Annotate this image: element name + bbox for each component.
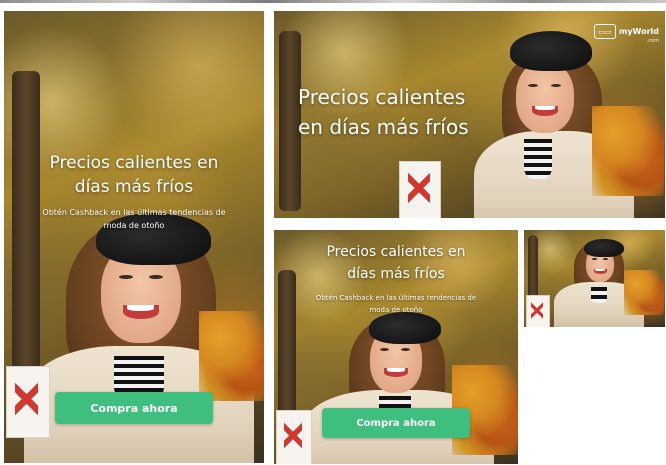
headline-line-2: días más fríos [347, 266, 445, 282]
shopping-bag [399, 161, 441, 218]
subline-line-1: Obtén Cashback en las últimas tendencias… [315, 294, 477, 302]
left-eye [118, 275, 133, 279]
shopping-bag [6, 366, 50, 438]
autumn-leaves-bouquet [592, 106, 664, 196]
banner-portrait[interactable]: Precios calientes en días más fríos Obté… [4, 11, 264, 463]
black-beret [369, 312, 441, 344]
shop-now-button[interactable]: Compra ahora [322, 408, 470, 438]
shopping-bag [526, 295, 550, 327]
woman-striped-top [591, 287, 607, 303]
subline-line-1: Obtén Cashback en las últimas tendencias… [42, 208, 226, 217]
subline-line-2: moda de otoño [103, 221, 165, 230]
headline-line-2: en días más fríos [298, 115, 469, 139]
headline-line-2: días más fríos [74, 177, 194, 197]
right-eye [401, 348, 411, 352]
logo-text: myWorld [619, 27, 659, 36]
top-image-strip [0, 0, 666, 3]
black-beret [584, 239, 624, 257]
ad-variants-canvas: Precios calientes en días más fríos Obté… [0, 0, 666, 465]
left-eye [591, 258, 597, 261]
right-eye [149, 275, 163, 279]
subline-line-2: moda de otoño [369, 306, 423, 314]
woman-striped-top [524, 139, 552, 179]
woman-face [516, 61, 574, 133]
woman-photo [524, 230, 665, 327]
black-beret [510, 31, 592, 71]
autumn-leaves-bouquet [624, 270, 664, 315]
woman-smile [531, 105, 558, 116]
left-eye [380, 348, 390, 352]
shop-now-button[interactable]: Compra ahora [55, 392, 213, 424]
myworld-logo: ▭▭ myWorld .com [594, 19, 659, 44]
autumn-leaves-bouquet [199, 311, 264, 401]
headline-line-1: Precios calientes en [326, 244, 466, 260]
right-eye [550, 84, 561, 88]
headline-line-1: Precios calientes [298, 85, 466, 109]
headline-line-1: Precios calientes en [49, 153, 219, 173]
right-eye [602, 258, 608, 261]
banner-square[interactable]: Precios calientes en días más fríos Obté… [274, 230, 518, 464]
left-eye [527, 84, 538, 88]
woman-smile [593, 268, 607, 274]
banner-wide[interactable]: ▭▭ myWorld .com Precios calientes en día… [274, 11, 665, 218]
shopping-bag [276, 410, 312, 464]
woman-smile [122, 305, 159, 319]
myworld-logo-icon: ▭▭ [594, 24, 616, 39]
logo-sub: .com [646, 38, 659, 44]
banner-small[interactable] [524, 230, 665, 327]
woman-smile [384, 367, 409, 377]
